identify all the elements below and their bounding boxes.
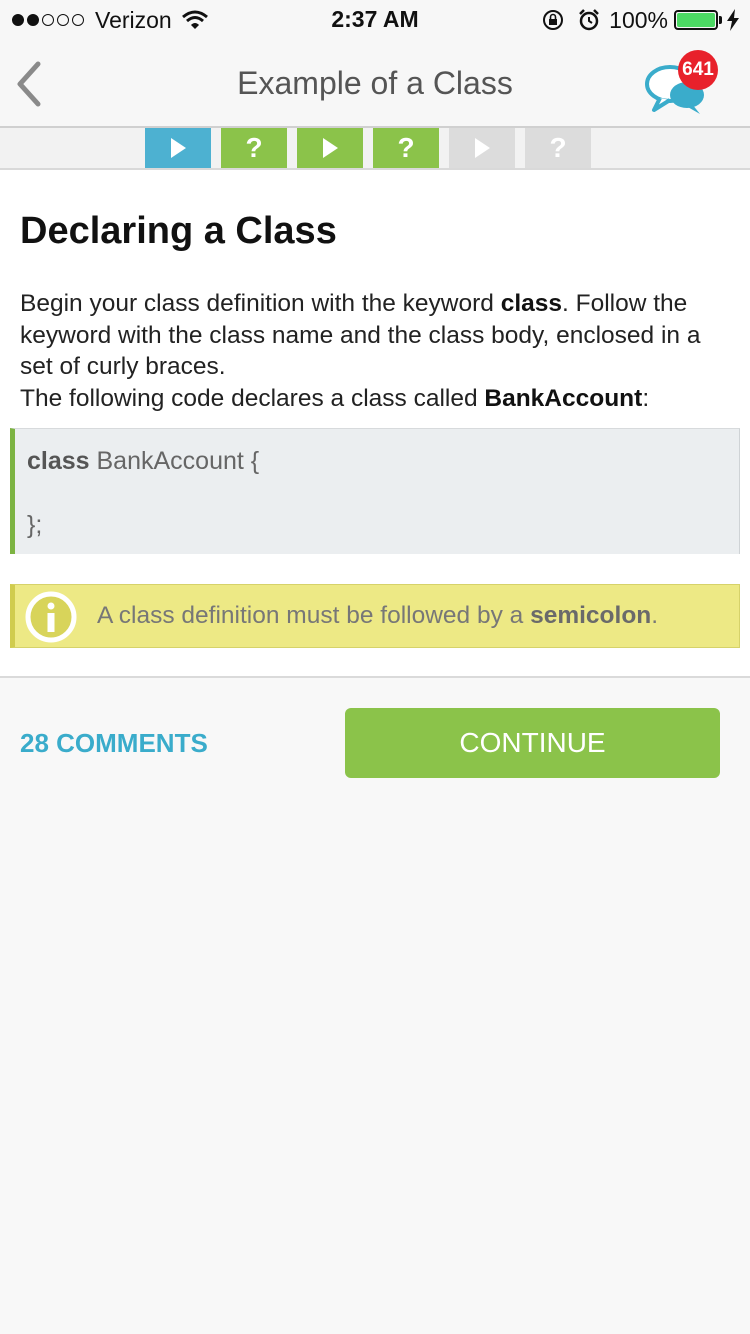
battery-percentage: 100% [609, 6, 668, 33]
lesson-progress-steps: ? ? ? [0, 128, 750, 170]
step-lesson-3[interactable] [449, 128, 515, 168]
alarm-icon [579, 9, 600, 31]
continue-button[interactable]: CONTINUE [345, 708, 720, 778]
lesson-paragraph: Begin your class definition with the key… [20, 288, 735, 414]
rotation-lock-icon [543, 10, 564, 30]
paragraph-text: The following code declares a class call… [20, 384, 485, 412]
code-line: class BankAccount { [27, 447, 259, 476]
info-icon [25, 591, 77, 643]
code-line: }; [27, 511, 43, 539]
step-quiz-2[interactable]: ? [373, 128, 439, 168]
paragraph-text: Begin your class definition with the key… [20, 290, 501, 317]
info-note: A class definition must be followed by a… [10, 584, 740, 648]
play-icon [322, 138, 338, 158]
keyword-bankaccount: BankAccount [484, 384, 643, 412]
notification-badge: 641 [678, 50, 718, 90]
play-icon [170, 138, 186, 158]
comments-link[interactable]: 28 COMMENTS [20, 728, 208, 759]
charging-bolt-icon [727, 9, 739, 31]
note-keyword: semicolon [530, 602, 652, 629]
code-keyword: class [27, 447, 90, 475]
lesson-content-card: Declaring a Class Begin your class defin… [0, 170, 750, 678]
paragraph-text: : [642, 384, 650, 412]
question-mark-icon: ? [397, 132, 415, 163]
note-text: A class definition must be followed by a… [97, 602, 658, 630]
navigation-bar: Example of a Class 641 [0, 40, 750, 128]
play-icon [474, 138, 490, 158]
step-quiz-3[interactable]: ? [525, 128, 591, 168]
page-title: Example of a Class [237, 65, 513, 101]
code-block[interactable]: class BankAccount { }; [10, 428, 740, 554]
step-lesson-1[interactable] [145, 128, 211, 168]
step-quiz-1[interactable]: ? [221, 128, 287, 168]
discussion-button[interactable]: 641 [640, 48, 720, 120]
battery-fill [677, 13, 715, 27]
question-mark-icon: ? [549, 132, 567, 163]
keyword-class: class [500, 290, 563, 317]
code-text: BankAccount { [89, 447, 260, 475]
question-mark-icon: ? [245, 132, 263, 163]
battery-icon [674, 10, 718, 30]
status-bar: Verizon 2:37 AM 100% [0, 0, 750, 40]
lesson-heading: Declaring a Class [20, 210, 337, 252]
note-text-part: . [651, 602, 659, 629]
note-text-part: A class definition must be followed by a [97, 602, 531, 629]
status-right: 100% [541, 6, 740, 34]
battery-cap [719, 16, 722, 24]
step-lesson-2[interactable] [297, 128, 363, 168]
